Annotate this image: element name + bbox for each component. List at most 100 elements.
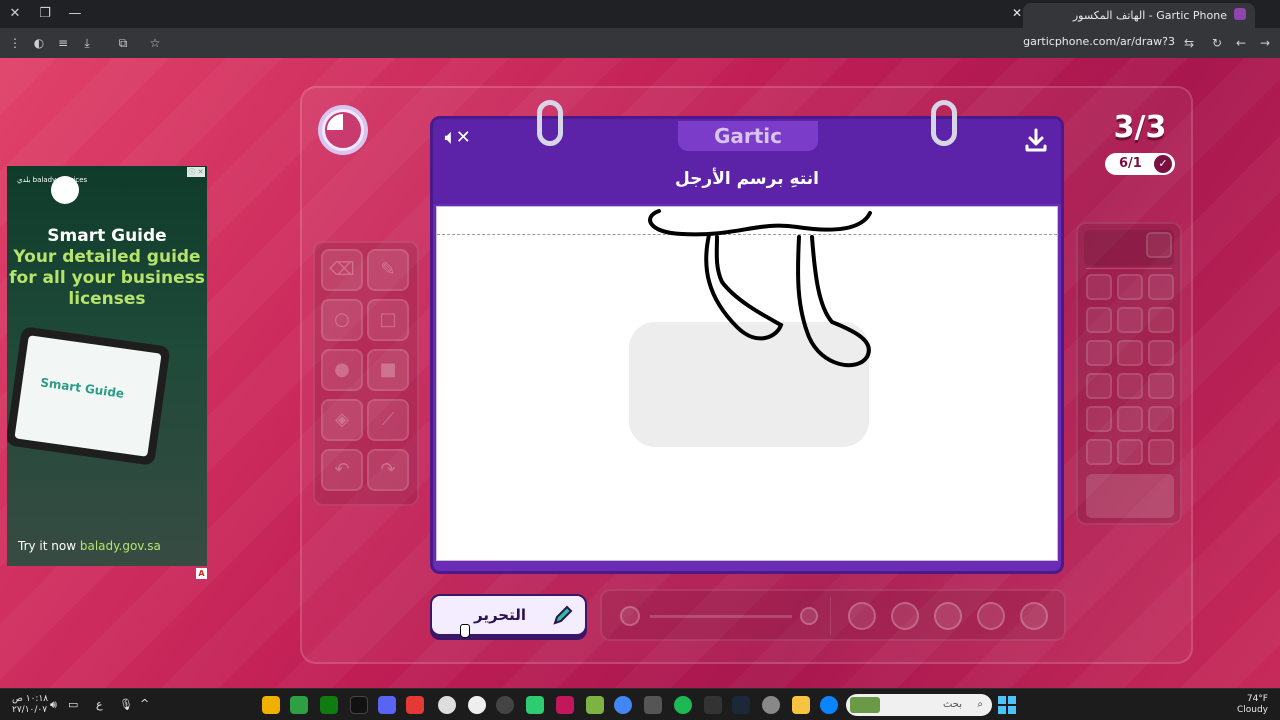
app-circle-icon[interactable] [496, 696, 514, 714]
weather-desc: Cloudy [1236, 705, 1268, 715]
bucket-fill-tool-icon[interactable]: ◈ [321, 399, 363, 441]
download-drawing-icon[interactable] [1023, 127, 1049, 153]
color-swatch[interactable] [1086, 340, 1112, 366]
edge-icon[interactable] [820, 696, 838, 714]
app-green-icon[interactable] [526, 696, 544, 714]
color-swatch[interactable] [1148, 307, 1174, 333]
brush-settings-bar [600, 589, 1066, 641]
color-swatch[interactable] [1117, 373, 1143, 399]
color-swatch[interactable] [1117, 340, 1143, 366]
color-swatch[interactable] [1086, 406, 1112, 432]
tray-chevron-icon[interactable]: ^ [140, 698, 149, 709]
watermark-logo [629, 322, 869, 447]
opacity-min-knob[interactable] [620, 606, 640, 626]
puzzle-icon[interactable]: ⧉ [114, 34, 132, 52]
tab-close-icon[interactable]: ✕ [1012, 6, 1022, 20]
tabs-icon[interactable]: ≡ [54, 34, 72, 52]
undo-icon[interactable]: ↶ [321, 449, 363, 491]
app-red-icon[interactable] [406, 696, 424, 714]
file-explorer-icon[interactable] [792, 696, 810, 714]
menu-icon[interactable]: ⋮ [6, 34, 24, 52]
display-icon[interactable]: ▭ [68, 699, 78, 710]
brush-size-option[interactable] [1020, 602, 1048, 630]
clock-date: ٢٧/١٠/٠٧ [12, 705, 48, 715]
spotify-icon[interactable] [674, 696, 692, 714]
taskbar-search-input[interactable]: بحث ⌕ [846, 694, 992, 716]
color-swatch[interactable] [1148, 439, 1174, 465]
extension-icon[interactable]: ◐ [30, 34, 48, 52]
circle-fill-tool-icon[interactable]: ● [321, 349, 363, 391]
color-swatch[interactable] [1148, 406, 1174, 432]
square-outline-tool-icon[interactable]: □ [367, 299, 409, 341]
minecraft-icon[interactable] [586, 696, 604, 714]
pencil-tool-icon[interactable]: ✎ [367, 249, 409, 291]
bookmark-star-icon[interactable]: ☆ [146, 34, 164, 52]
color-swatch[interactable] [1117, 406, 1143, 432]
advertisement[interactable]: بلدي balady services ⓘ ✕ Smart Guide You… [7, 166, 207, 566]
browser-tab[interactable]: Gartic Phone - الهاتف المكسور [1023, 3, 1255, 28]
ad-choices-icon[interactable]: ⓘ ✕ [187, 167, 205, 177]
ad-headline-block: Smart Guide Your detailed guide for all … [7, 226, 207, 310]
restore-window-icon[interactable]: ❐ [35, 4, 55, 24]
brush-size-option[interactable] [934, 602, 962, 630]
opacity-slider[interactable] [650, 615, 792, 618]
edit-button-label: التحرير [474, 606, 527, 624]
obs-icon[interactable] [438, 696, 456, 714]
brush-bar-divider [830, 597, 831, 635]
volume-icon[interactable]: 🔊︎ [50, 699, 57, 710]
brush-size-option[interactable] [977, 602, 1005, 630]
epic-games-icon[interactable] [644, 696, 662, 714]
site-settings-icon[interactable]: ⇆ [1180, 34, 1198, 52]
color-swatch[interactable] [1146, 232, 1172, 258]
custom-color-button[interactable] [1086, 474, 1174, 518]
color-swatch[interactable] [1086, 307, 1112, 333]
download-icon[interactable]: ⤓ [78, 34, 96, 52]
windows-start-icon[interactable] [998, 696, 1016, 714]
color-swatch[interactable] [1117, 274, 1143, 300]
app-pink-icon[interactable] [556, 696, 574, 714]
ad-cta-link[interactable]: balady.gov.sa [80, 539, 161, 553]
ad-cta[interactable]: Try it now balady.gov.sa [18, 539, 161, 553]
address-bar[interactable]: garticphone.com/ar/draw?3 [1023, 35, 1175, 48]
xbox-app-icon[interactable] [320, 696, 338, 714]
line-tool-icon[interactable]: ⟋ [367, 399, 409, 441]
sync-icon[interactable] [468, 696, 486, 714]
reload-icon[interactable]: ↻ [1208, 34, 1226, 52]
color-swatch[interactable] [1117, 307, 1143, 333]
drawing-canvas[interactable] [436, 206, 1058, 561]
color-swatch[interactable] [1086, 373, 1112, 399]
steam-icon[interactable] [732, 696, 750, 714]
brush-size-option[interactable] [848, 602, 876, 630]
microphone-icon[interactable]: 🎙︎ [119, 699, 133, 710]
redo-icon[interactable]: ↷ [367, 449, 409, 491]
square-fill-tool-icon[interactable]: ■ [367, 349, 409, 391]
back-icon[interactable]: → [1256, 34, 1274, 52]
mute-sound-icon[interactable]: 🔈︎✕ [445, 127, 477, 151]
app-icon[interactable] [262, 696, 280, 714]
forward-icon[interactable]: ← [1232, 34, 1250, 52]
tiktok-icon[interactable] [350, 696, 368, 714]
edit-button[interactable]: التحرير [430, 594, 587, 636]
eraser-tool-icon[interactable]: ⌫ [321, 249, 363, 291]
color-swatch[interactable] [1148, 340, 1174, 366]
close-window-icon[interactable]: ✕ [5, 4, 25, 24]
circle-outline-tool-icon[interactable]: ○ [321, 299, 363, 341]
opacity-max-knob[interactable] [800, 607, 818, 625]
discord-icon[interactable] [378, 696, 396, 714]
settings-gear-icon[interactable] [762, 696, 780, 714]
ad-badge-icon[interactable]: A [196, 568, 207, 579]
canvas-drawing [629, 209, 872, 447]
minimize-window-icon[interactable]: — [65, 4, 85, 24]
color-swatch[interactable] [1086, 274, 1112, 300]
app-dark-icon[interactable] [704, 696, 722, 714]
language-indicator[interactable]: ع [96, 699, 103, 710]
color-swatch[interactable] [1117, 439, 1143, 465]
color-swatch[interactable] [1148, 373, 1174, 399]
color-swatch[interactable] [1148, 274, 1174, 300]
brush-size-option[interactable] [891, 602, 919, 630]
weather-widget[interactable]: 74°F Cloudy [1237, 694, 1268, 716]
chrome-icon[interactable] [614, 696, 632, 714]
clock[interactable]: ١٠:١٨ ص ٢٧/١٠/٠٧ [12, 694, 48, 716]
color-swatch[interactable] [1086, 439, 1112, 465]
xbox-icon[interactable] [290, 696, 308, 714]
